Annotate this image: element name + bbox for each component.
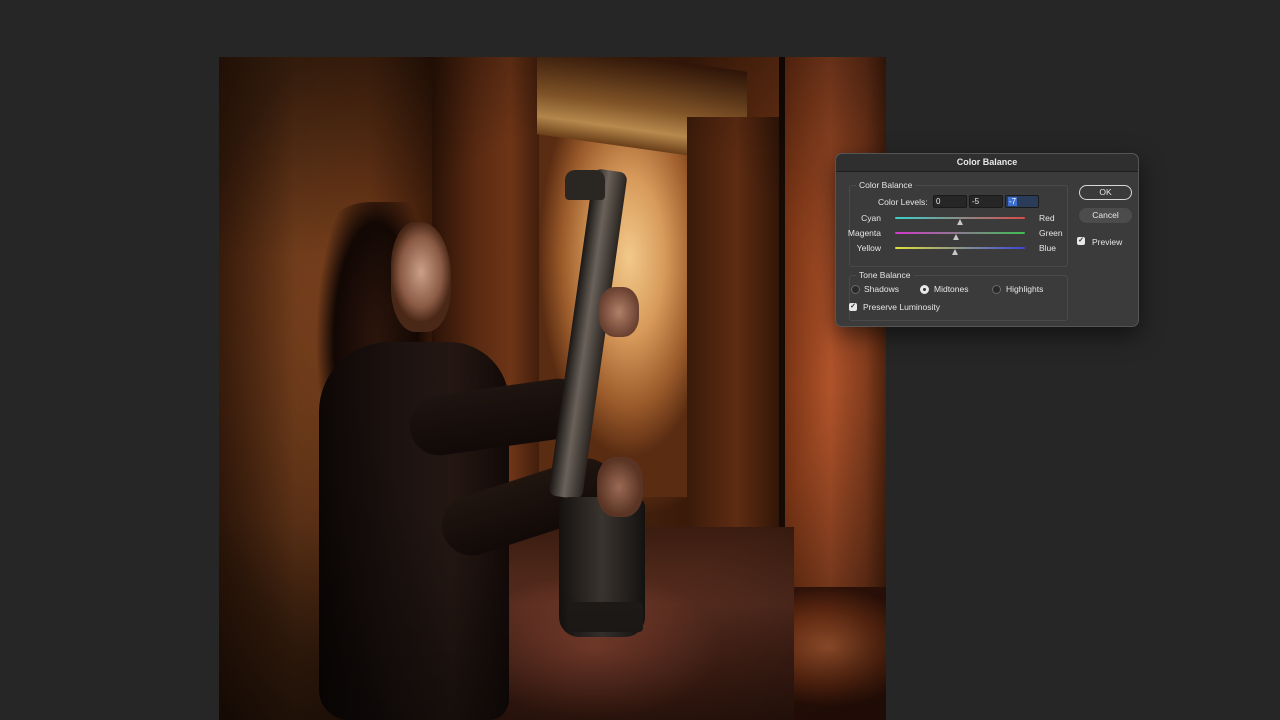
ok-button[interactable]: OK — [1079, 185, 1132, 200]
slider-label-cyan: Cyan — [861, 213, 881, 223]
slider-cyan-red: Cyan Red — [836, 213, 1066, 227]
slider-yellow-blue: Yellow Blue — [836, 243, 1066, 257]
slider-thumb-magenta-green[interactable] — [953, 234, 959, 240]
slider-thumb-cyan-red[interactable] — [957, 219, 963, 225]
tone-balance-group: Tone Balance — [849, 270, 1068, 321]
level-input-yellow-blue[interactable]: -7 — [1005, 195, 1039, 208]
vignette — [219, 57, 886, 720]
dialog-title[interactable]: Color Balance — [836, 154, 1138, 172]
preview-checkbox[interactable]: ✓ — [1077, 237, 1085, 245]
preserve-luminosity-checkbox[interactable]: ✓ — [849, 303, 857, 311]
radio-shadows[interactable] — [851, 285, 860, 294]
preserve-luminosity-label[interactable]: Preserve Luminosity — [863, 302, 940, 312]
color-balance-dialog: Color Balance Color Balance Color Levels… — [835, 153, 1139, 327]
preview-label[interactable]: Preview — [1092, 237, 1122, 247]
radio-midtones[interactable] — [920, 285, 929, 294]
slider-track-magenta-green[interactable] — [895, 232, 1025, 234]
color-balance-legend: Color Balance — [856, 180, 916, 190]
radio-label-highlights[interactable]: Highlights — [1006, 284, 1043, 294]
tone-balance-legend: Tone Balance — [856, 270, 914, 280]
cancel-button[interactable]: Cancel — [1079, 208, 1132, 223]
level-input-magenta-green[interactable]: -5 — [969, 195, 1003, 208]
slider-track-yellow-blue[interactable] — [895, 247, 1025, 249]
color-levels-label: Color Levels: — [878, 197, 928, 207]
level-input-cyan-red[interactable]: 0 — [933, 195, 967, 208]
slider-thumb-yellow-blue[interactable] — [952, 249, 958, 255]
radio-label-midtones[interactable]: Midtones — [934, 284, 969, 294]
slider-label-magenta: Magenta — [847, 228, 881, 238]
slider-magenta-green: Magenta Green — [836, 228, 1066, 242]
radio-highlights[interactable] — [992, 285, 1001, 294]
slider-label-red: Red — [1039, 213, 1055, 223]
slider-label-green: Green — [1039, 228, 1063, 238]
document-canvas[interactable] — [219, 57, 886, 720]
selected-text: -7 — [1008, 197, 1018, 206]
slider-label-yellow: Yellow — [856, 243, 881, 253]
radio-label-shadows[interactable]: Shadows — [864, 284, 899, 294]
slider-label-blue: Blue — [1039, 243, 1057, 253]
